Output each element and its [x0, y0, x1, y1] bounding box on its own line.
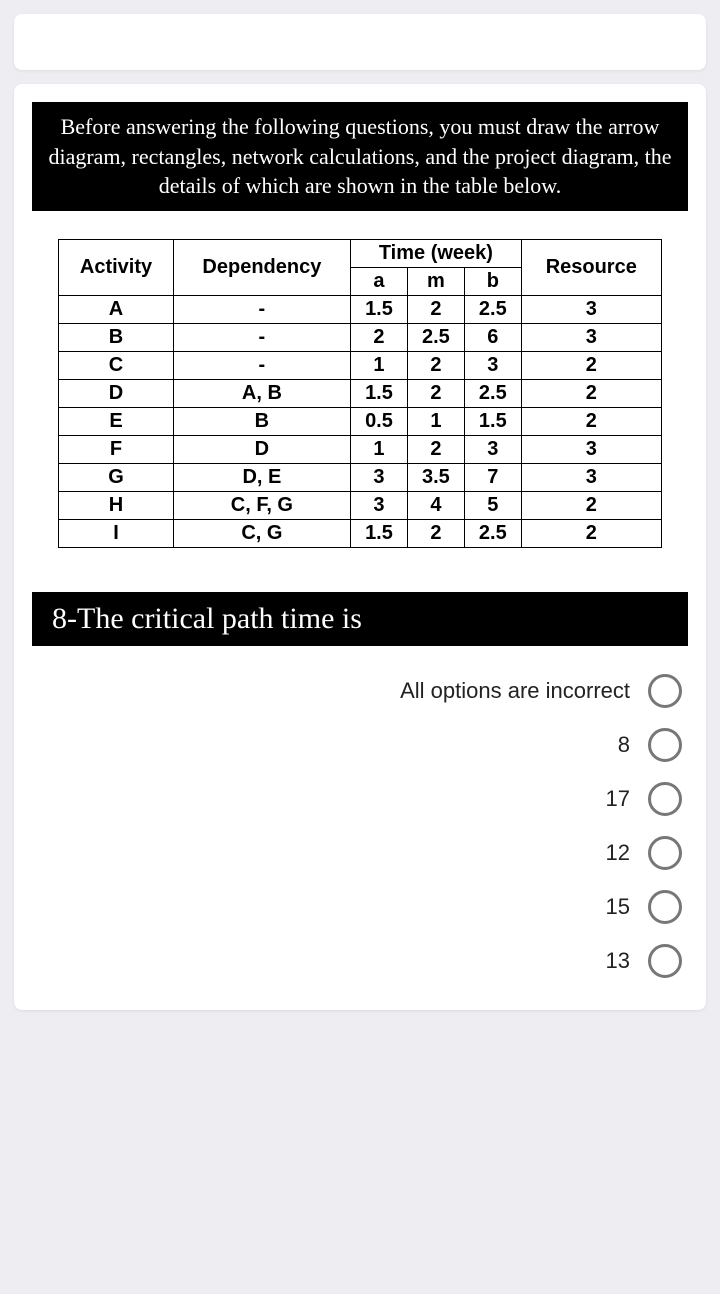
cell-activity: G [59, 464, 174, 492]
cell-activity: B [59, 324, 174, 352]
cell-m: 2.5 [407, 324, 464, 352]
option-label: 8 [618, 732, 630, 758]
cell-b: 6 [464, 324, 521, 352]
cell-resource: 3 [521, 296, 661, 324]
table-head: Activity Dependency Time (week) Resource… [59, 240, 662, 296]
cell-resource: 3 [521, 464, 661, 492]
cell-m: 2 [407, 296, 464, 324]
cell-dependency: - [173, 296, 350, 324]
cell-b: 3 [464, 352, 521, 380]
cell-m: 3.5 [407, 464, 464, 492]
cell-resource: 2 [521, 520, 661, 548]
cell-dependency: D, E [173, 464, 350, 492]
radio-icon[interactable] [648, 782, 682, 816]
col-a: a [351, 268, 408, 296]
option-row[interactable]: All options are incorrect [400, 674, 682, 708]
cell-m: 2 [407, 380, 464, 408]
cell-resource: 3 [521, 324, 661, 352]
prompt-text: Before answering the following questions… [32, 102, 688, 211]
cell-b: 2.5 [464, 380, 521, 408]
cell-a: 1.5 [351, 296, 408, 324]
cell-resource: 2 [521, 352, 661, 380]
question-card: Before answering the following questions… [14, 84, 706, 1010]
col-m: m [407, 268, 464, 296]
cell-dependency: A, B [173, 380, 350, 408]
radio-icon[interactable] [648, 944, 682, 978]
option-row[interactable]: 17 [606, 782, 682, 816]
cell-activity: H [59, 492, 174, 520]
col-b: b [464, 268, 521, 296]
options-list: All options are incorrect 8 17 12 15 13 [32, 674, 688, 978]
cell-activity: E [59, 408, 174, 436]
cell-b: 2.5 [464, 296, 521, 324]
cell-a: 1.5 [351, 380, 408, 408]
radio-icon[interactable] [648, 890, 682, 924]
radio-icon[interactable] [648, 728, 682, 762]
table-row: IC, G1.522.52 [59, 520, 662, 548]
cell-resource: 2 [521, 408, 661, 436]
cell-resource: 2 [521, 492, 661, 520]
cell-m: 2 [407, 520, 464, 548]
option-label: All options are incorrect [400, 678, 630, 704]
option-label: 17 [606, 786, 630, 812]
table-row: GD, E33.573 [59, 464, 662, 492]
col-activity: Activity [59, 240, 174, 296]
radio-icon[interactable] [648, 674, 682, 708]
cell-activity: C [59, 352, 174, 380]
cell-m: 4 [407, 492, 464, 520]
cell-a: 1 [351, 436, 408, 464]
cell-b: 1.5 [464, 408, 521, 436]
cell-m: 2 [407, 352, 464, 380]
cell-a: 2 [351, 324, 408, 352]
cell-activity: F [59, 436, 174, 464]
cell-m: 1 [407, 408, 464, 436]
option-row[interactable]: 12 [606, 836, 682, 870]
cell-dependency: D [173, 436, 350, 464]
col-dependency: Dependency [173, 240, 350, 296]
option-label: 15 [606, 894, 630, 920]
cell-b: 3 [464, 436, 521, 464]
cell-dependency: B [173, 408, 350, 436]
cell-dependency: C, F, G [173, 492, 350, 520]
question-text: 8-The critical path time is [32, 592, 688, 646]
cell-activity: A [59, 296, 174, 324]
cell-a: 0.5 [351, 408, 408, 436]
cell-a: 3 [351, 464, 408, 492]
cell-a: 1 [351, 352, 408, 380]
cell-activity: D [59, 380, 174, 408]
cell-a: 3 [351, 492, 408, 520]
table-row: HC, F, G3452 [59, 492, 662, 520]
cell-dependency: C, G [173, 520, 350, 548]
cell-b: 5 [464, 492, 521, 520]
radio-icon[interactable] [648, 836, 682, 870]
cell-b: 7 [464, 464, 521, 492]
cell-dependency: - [173, 352, 350, 380]
option-row[interactable]: 8 [618, 728, 682, 762]
option-row[interactable]: 15 [606, 890, 682, 924]
cell-a: 1.5 [351, 520, 408, 548]
activity-table: Activity Dependency Time (week) Resource… [58, 239, 662, 548]
table-row: EB0.511.52 [59, 408, 662, 436]
cell-b: 2.5 [464, 520, 521, 548]
cell-resource: 3 [521, 436, 661, 464]
cell-activity: I [59, 520, 174, 548]
option-label: 12 [606, 840, 630, 866]
table-row: A-1.522.53 [59, 296, 662, 324]
table-row: C-1232 [59, 352, 662, 380]
cell-dependency: - [173, 324, 350, 352]
col-time-group: Time (week) [351, 240, 522, 268]
col-resource: Resource [521, 240, 661, 296]
cell-m: 2 [407, 436, 464, 464]
option-row[interactable]: 13 [606, 944, 682, 978]
table-row: B-22.563 [59, 324, 662, 352]
option-label: 13 [606, 948, 630, 974]
cell-resource: 2 [521, 380, 661, 408]
table-body: A-1.522.53B-22.563C-1232DA, B1.522.52EB0… [59, 296, 662, 548]
table-row: FD1233 [59, 436, 662, 464]
previous-card-tail [14, 14, 706, 70]
table-row: DA, B1.522.52 [59, 380, 662, 408]
